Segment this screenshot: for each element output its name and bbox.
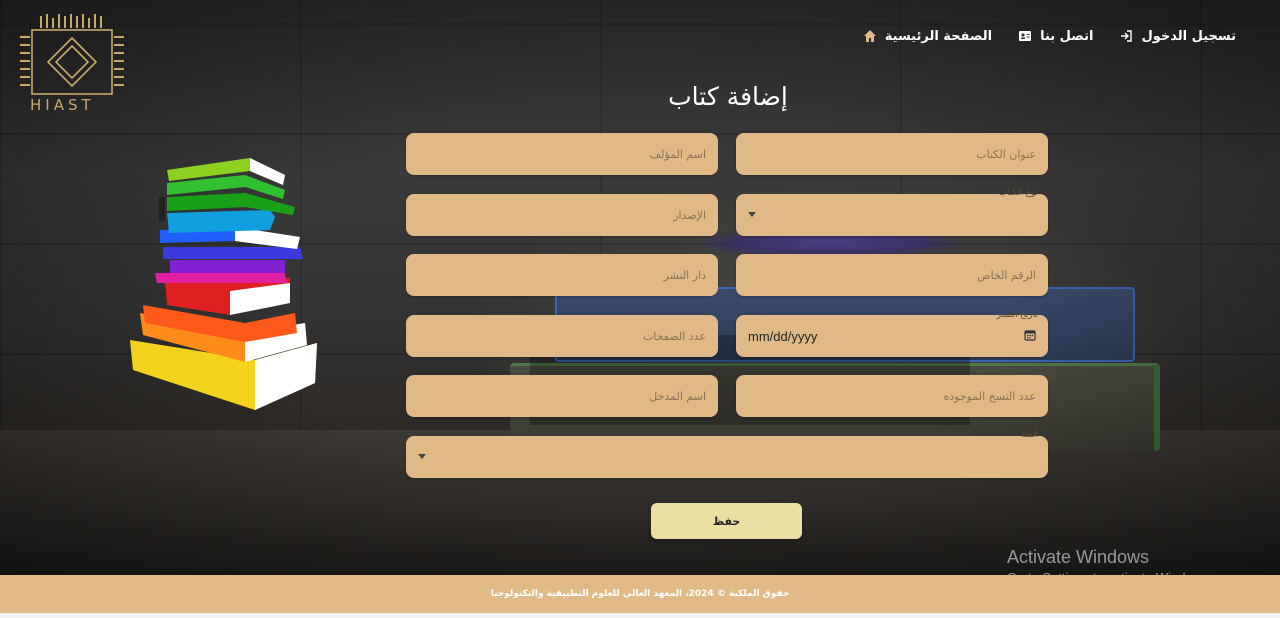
books-stack-illustration <box>130 158 317 410</box>
publish-date-input[interactable]: تاريخ النشر mm/dd/yyyy <box>736 309 1048 357</box>
save-button[interactable]: حفظ <box>651 503 802 539</box>
book-title-placeholder: عنوان الكتاب <box>976 147 1036 161</box>
nav-login-label: تسجيل الدخول <box>1141 28 1236 44</box>
author-name-placeholder: اسم المؤلف <box>649 147 706 161</box>
book-type-label: نوع الكتاب <box>998 188 1038 198</box>
chevron-down-icon <box>418 454 426 459</box>
nav-home[interactable]: الصفحة الرئيسية <box>863 29 992 44</box>
nav-login[interactable]: تسجيل الدخول <box>1119 29 1236 44</box>
book-title-input[interactable]: عنوان الكتاب <box>736 133 1048 175</box>
copies-count-input[interactable]: عدد النسخ الموجوده <box>736 375 1048 417</box>
publisher-input[interactable]: دار النشر <box>406 254 718 296</box>
book-type-select[interactable]: نوع الكتاب <box>736 188 1048 236</box>
bottom-strip <box>0 613 1280 618</box>
nav-home-label: الصفحة الرئيسية <box>884 28 993 44</box>
publish-date-value: mm/dd/yyyy <box>748 328 818 344</box>
top-nav: تسجيل الدخول اتصل بنا الصفحة الرئيسية <box>863 26 1236 46</box>
entry-name-input[interactable]: اسم المدخل <box>406 375 718 417</box>
category-select[interactable]: الفئة <box>406 430 1048 478</box>
contact-card-icon <box>1019 31 1032 41</box>
category-label: الفئة <box>1020 430 1038 440</box>
edition-placeholder: الإصدار <box>673 208 706 222</box>
pages-count-placeholder: عدد الصفحات <box>642 329 706 343</box>
nav-contact-label: اتصل بنا <box>1040 28 1094 44</box>
publish-date-label: تاريخ النشر <box>996 309 1038 319</box>
nav-contact[interactable]: اتصل بنا <box>1018 29 1093 44</box>
footer: حقوق الملكية © 2024، المعهد العالي للعلو… <box>0 575 1280 613</box>
entry-name-placeholder: اسم المدخل <box>649 389 706 403</box>
calendar-icon[interactable] <box>1024 329 1036 341</box>
edition-input[interactable]: الإصدار <box>406 194 718 236</box>
publisher-placeholder: دار النشر <box>663 268 706 282</box>
author-name-input[interactable]: اسم المؤلف <box>406 133 718 175</box>
page-title: إضافة كتاب <box>668 82 788 111</box>
private-number-input[interactable]: الرقم الخاص <box>736 254 1048 296</box>
watermark-line1: Activate Windows <box>1007 547 1150 567</box>
chevron-down-icon <box>748 212 756 217</box>
login-icon <box>1121 30 1133 42</box>
home-icon <box>863 30 876 42</box>
copies-count-placeholder: عدد النسخ الموجوده <box>943 389 1036 403</box>
footer-copyright: حقوق الملكية © 2024، المعهد العالي للعلو… <box>490 589 790 599</box>
pages-count-input[interactable]: عدد الصفحات <box>406 315 718 357</box>
private-number-placeholder: الرقم الخاص <box>977 268 1036 282</box>
